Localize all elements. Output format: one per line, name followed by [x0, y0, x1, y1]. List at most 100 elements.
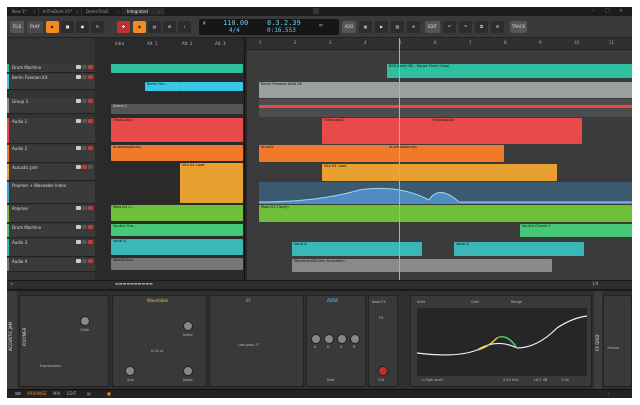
close-icon[interactable]: × [117, 8, 120, 15]
punch-icon[interactable]: ⊞ [163, 21, 176, 33]
project-tab-3[interactable]: DemoTrial2 × [83, 8, 123, 15]
scene-header[interactable]: Intro [113, 40, 143, 48]
minimize-icon[interactable]: – [592, 8, 595, 14]
timeline-clip[interactable]: Molo D1 Cloc(k) [259, 205, 632, 222]
loop-icon[interactable]: ↻ [91, 21, 104, 33]
notification-icon[interactable]: ✓ [607, 391, 610, 396]
solo-button[interactable] [76, 206, 81, 210]
mute-button[interactable] [82, 206, 87, 210]
solo-button[interactable] [76, 75, 81, 79]
track-header[interactable]: Acoustic Jam [7, 164, 95, 181]
note-fx-module[interactable]: Note FX FX Out [368, 295, 398, 387]
clip[interactable]: Scene 1 [111, 104, 243, 114]
stop-icon[interactable]: ■ [61, 21, 74, 33]
track-button[interactable]: TRACK [510, 21, 527, 33]
arm-icon[interactable]: ✚ [117, 21, 130, 33]
position-display[interactable]: 8.3.2.39 [267, 19, 301, 27]
timeline-clip[interactable]: Vocal B [454, 242, 584, 256]
edit-view-tab[interactable]: EDIT [67, 391, 76, 396]
clip[interactable]: Vocal A [111, 239, 243, 255]
mute-button[interactable] [82, 146, 87, 150]
sustain-knob[interactable] [337, 334, 347, 344]
note-fx-label[interactable]: Note FX [372, 300, 386, 304]
index-knob[interactable] [183, 321, 193, 331]
arm-button[interactable] [88, 206, 93, 210]
track-header[interactable]: Audio 1 [7, 118, 95, 144]
solo-button[interactable] [76, 240, 81, 244]
clip[interactable]: TrashLoop1 [111, 118, 243, 142]
arm-button[interactable] [88, 65, 93, 69]
eq-curve[interactable] [417, 308, 587, 376]
timeline-clip[interactable] [259, 99, 632, 117]
edit-button[interactable]: EDIT [425, 21, 440, 33]
time-signature[interactable]: 4/4 [229, 27, 240, 34]
track-header[interactable]: Audio 4 [7, 258, 95, 272]
keyboard-icon[interactable]: ⌨ [15, 391, 21, 396]
maximize-icon[interactable]: □ [605, 8, 610, 14]
arm-button[interactable] [88, 259, 93, 263]
play-label-button[interactable]: PLAY [27, 21, 43, 33]
clip[interactable]: Soulful Che... [111, 224, 243, 236]
timeline-clip[interactable]: drumlo drumloopdrums [259, 145, 504, 162]
solo-button[interactable] [76, 225, 81, 229]
noise-knob[interactable] [183, 366, 193, 376]
undo-icon[interactable]: ↶ [443, 21, 456, 33]
record-icon[interactable]: ● [76, 21, 89, 33]
automation-clip[interactable] [259, 182, 632, 204]
playhead[interactable] [399, 38, 400, 280]
polymer-module[interactable]: POLYMER Glide Expressions [19, 295, 109, 387]
solo-button[interactable] [76, 99, 81, 103]
overdub-icon[interactable]: ◉ [133, 21, 146, 33]
timeline-clip[interactable]: Vocal A [292, 242, 422, 256]
filter-type-select[interactable]: Low-pass 2° [238, 343, 259, 347]
arm-button[interactable] [82, 165, 87, 169]
add-button[interactable]: ADD [342, 21, 356, 33]
mix-view-tab[interactable]: MIX [53, 391, 60, 396]
arrange-view-tab[interactable]: ARRANGE [27, 391, 47, 396]
release-knob[interactable] [350, 334, 360, 344]
mixer-icon[interactable]: ▦ [359, 21, 372, 33]
clip[interactable]: Vita D1 Load [180, 163, 243, 203]
automation-icon[interactable]: ▤ [148, 21, 161, 33]
eq-module[interactable]: Shift Gain Range <-High shelf 9.49 kHz +… [410, 295, 592, 387]
play-icon[interactable]: ▶ [46, 21, 59, 33]
wave-icon[interactable]: ≋ [407, 21, 420, 33]
decay-knob[interactable] [324, 334, 334, 344]
link-icon[interactable]: ∞ [319, 22, 323, 29]
solo-button[interactable] [76, 165, 81, 169]
timeline-clip[interactable]: 808 (Beat 08) - House Force (loop) [387, 64, 632, 78]
clip[interactable]: drumloopdrums [111, 145, 243, 161]
mute-button[interactable] [82, 240, 87, 244]
file-button[interactable]: FILE [10, 21, 24, 33]
solo-button[interactable] [76, 259, 81, 263]
device-sidebar[interactable]: ACOUSTIC JAM [7, 291, 17, 391]
track-header[interactable]: Berlin Fireman Kit [7, 74, 95, 90]
track-header[interactable]: Group 3 [7, 98, 95, 114]
adsr-module[interactable]: ADSR A D S R Mod [306, 295, 366, 387]
tempo-value[interactable]: 110.00 [223, 19, 248, 27]
timeline-clip[interactable]: Soulful Chords 2 [520, 224, 632, 237]
clip[interactable] [180, 82, 243, 91]
scene-header[interactable]: Alt. 3 [213, 40, 243, 48]
mute-button[interactable] [82, 259, 87, 263]
wavetable-module[interactable]: Wavetable Index 0.00 st Sub Noise [112, 295, 207, 387]
project-tab-4[interactable]: Integrated × [124, 8, 164, 15]
timeline-clip[interactable]: WoodcrankDrums Accordeon [292, 259, 552, 272]
mute-button[interactable] [82, 65, 87, 69]
solo-button[interactable] [76, 146, 81, 150]
glide-knob[interactable] [80, 316, 90, 326]
arm-button[interactable] [88, 75, 93, 79]
play-icon[interactable]: ▶ [375, 21, 388, 33]
clip[interactable] [111, 64, 243, 73]
close-icon[interactable]: × [76, 8, 79, 15]
clip[interactable]: Molo D1 C... [111, 205, 243, 221]
project-tab-1[interactable]: New 1* × [9, 8, 39, 15]
track-header[interactable]: Audio 3 [7, 239, 95, 257]
arm-button[interactable] [88, 240, 93, 244]
timeline-clip[interactable]: TrashLoop1 TrashLoop2b [322, 118, 582, 144]
project-tab-2[interactable]: InTheDark V1* × [40, 8, 82, 15]
track-header[interactable]: Drum Machine [7, 64, 95, 73]
timeline-clip[interactable]: Vita D1 Load [322, 164, 557, 181]
mute-button[interactable] [88, 165, 93, 169]
close-icon[interactable]: × [158, 8, 161, 15]
